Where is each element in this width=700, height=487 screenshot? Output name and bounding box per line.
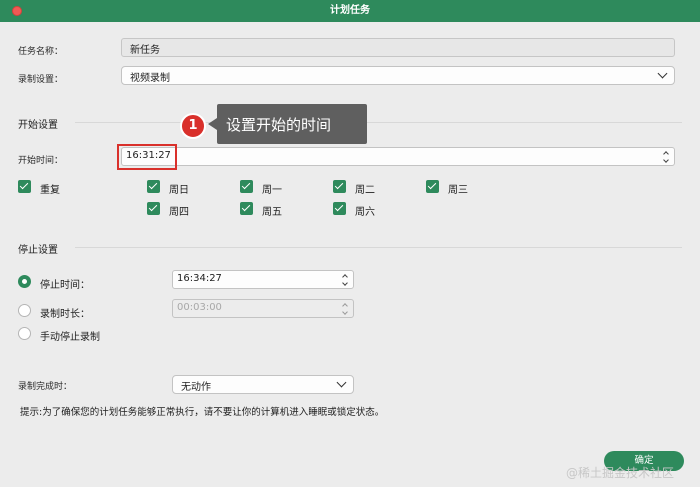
duration-radio[interactable]	[18, 304, 31, 317]
annotation-number-badge: 1	[180, 113, 206, 139]
watermark: @稀土掘金技术社区	[566, 466, 675, 480]
day-label-tuesday: 周二	[355, 185, 375, 196]
day-label-monday: 周一	[262, 185, 282, 196]
chevron-down-icon	[336, 377, 347, 388]
manual-stop-label: 手动停止录制	[40, 332, 100, 343]
manual-stop-radio[interactable]	[18, 327, 31, 340]
on-complete-label: 录制完成时：	[18, 382, 73, 392]
task-name-label: 任务名称：	[18, 47, 64, 57]
start-time-stepper[interactable]: 16:31:27	[121, 147, 675, 166]
stop-time-radio[interactable]	[18, 275, 31, 288]
day-label-thursday: 周四	[169, 207, 189, 218]
day-checkbox-saturday[interactable]	[333, 202, 346, 215]
stop-time-stepper[interactable]: 16:34:27	[172, 270, 354, 289]
window-title: 计划任务	[330, 5, 370, 16]
start-section-divider	[75, 122, 682, 123]
start-time-highlight	[117, 144, 177, 170]
repeat-checkbox[interactable]	[18, 180, 31, 193]
recording-setting-value: 视频录制	[130, 73, 170, 84]
chevron-down-icon	[657, 68, 668, 79]
recording-setting-select[interactable]: 视频录制	[121, 66, 675, 85]
stepper-arrows-icon[interactable]	[663, 151, 670, 163]
on-complete-select[interactable]: 无动作	[172, 375, 354, 394]
stop-time-value: 16:34:27	[177, 273, 222, 284]
on-complete-value: 无动作	[181, 382, 211, 393]
task-name-input[interactable]: 新任务	[121, 38, 675, 57]
task-name-value: 新任务	[130, 45, 160, 56]
duration-label: 录制时长：	[40, 309, 90, 320]
day-checkbox-sunday[interactable]	[147, 180, 160, 193]
stop-time-label: 停止时间：	[40, 280, 90, 291]
start-time-label: 开始时间：	[18, 156, 64, 166]
day-label-friday: 周五	[262, 207, 282, 218]
day-label-sunday: 周日	[169, 185, 189, 196]
hint-text: 提示:为了确保您的计划任务能够正常执行，请不要让你的计算机进入睡眠或锁定状态。	[20, 407, 385, 418]
stepper-arrows-icon[interactable]	[342, 303, 349, 315]
stepper-arrows-icon[interactable]	[342, 274, 349, 286]
annotation-text: 设置开始的时间	[226, 116, 332, 134]
day-label-wednesday: 周三	[448, 185, 468, 196]
day-checkbox-monday[interactable]	[240, 180, 253, 193]
recording-setting-label: 录制设置：	[18, 75, 64, 85]
annotation-callout: 设置开始的时间	[208, 104, 367, 144]
repeat-label: 重复	[40, 185, 60, 196]
day-checkbox-tuesday[interactable]	[333, 180, 346, 193]
start-section-title: 开始设置	[18, 120, 58, 131]
duration-stepper[interactable]: 00:03:00	[172, 299, 354, 318]
day-checkbox-friday[interactable]	[240, 202, 253, 215]
day-checkbox-thursday[interactable]	[147, 202, 160, 215]
stop-section-title: 停止设置	[18, 245, 58, 256]
day-checkbox-wednesday[interactable]	[426, 180, 439, 193]
duration-value: 00:03:00	[177, 302, 222, 313]
stop-section-divider	[75, 247, 682, 248]
day-label-saturday: 周六	[355, 207, 375, 218]
